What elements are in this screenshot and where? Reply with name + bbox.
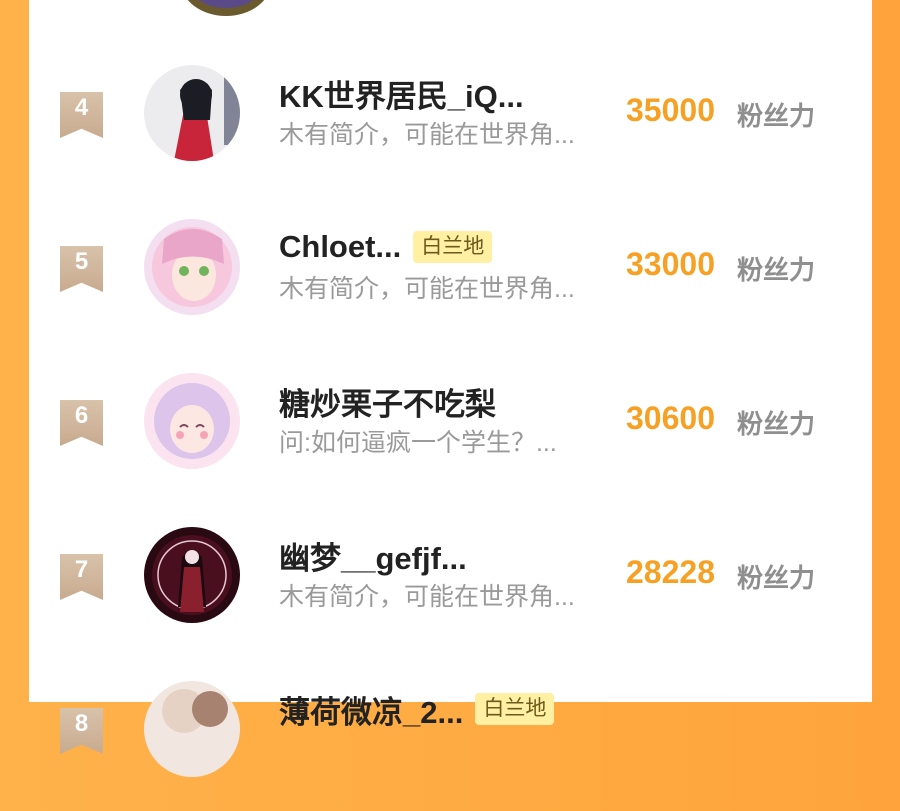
avatar-rank-3[interactable] — [181, 0, 271, 16]
list-item[interactable]: 6 糖炒栗子不吃梨 问:如何逼疯一个学生？... 30600 粉丝力 — [29, 373, 872, 503]
user-name-text: 幽梦__gefjf... — [279, 540, 467, 576]
rank-badge: 8 — [60, 708, 103, 754]
user-name[interactable]: 糖炒栗子不吃梨 — [279, 381, 496, 422]
user-name[interactable]: KK世界居民_iQ... — [279, 73, 524, 114]
fan-score-unit: 粉丝力 — [737, 563, 816, 593]
avatar[interactable] — [144, 219, 240, 315]
fan-score: 35000 — [626, 92, 715, 128]
fan-score-unit: 粉丝力 — [737, 409, 816, 439]
user-name[interactable]: 幽梦__gefjf... — [279, 535, 467, 576]
user-name-text: KK世界居民_iQ... — [279, 78, 524, 114]
user-bio: 木有简介，可能在世界角... — [279, 583, 575, 611]
rank-badge: 5 — [60, 246, 103, 292]
fan-score: 28228 — [626, 554, 715, 590]
user-name[interactable]: Chloet... 白兰地 — [279, 227, 493, 267]
list-item[interactable]: 7 幽梦__gefjf... 木有简介，可能在世界角... 28228 粉丝力 — [29, 527, 872, 657]
level-badge: 白兰地 — [413, 231, 493, 263]
list-item[interactable]: 5 Chloet... 白兰地 木有简介，可能在世界角... 33000 粉丝力 — [29, 219, 872, 349]
user-name-text: 薄荷微凉_2... — [279, 694, 464, 730]
rank-badge: 7 — [60, 554, 103, 600]
fan-score: 33000 — [626, 246, 715, 282]
rank-badge: 6 — [60, 400, 103, 446]
avatar[interactable] — [144, 527, 240, 623]
level-badge: 白兰地 — [475, 693, 555, 725]
list-item[interactable]: 8 薄荷微凉_2... 白兰地 — [29, 681, 872, 811]
user-bio: 问:如何逼疯一个学生？... — [279, 429, 557, 457]
rank-badge: 4 — [60, 92, 103, 138]
user-bio: 木有简介，可能在世界角... — [279, 121, 575, 149]
list-item[interactable]: 4 KK世界居民_iQ... 木有简介，可能在世界角... 35000 粉丝力 — [29, 65, 872, 195]
avatar[interactable] — [144, 65, 240, 161]
fan-score-unit: 粉丝力 — [737, 101, 816, 131]
avatar[interactable] — [144, 373, 240, 469]
user-bio: 木有简介，可能在世界角... — [279, 275, 575, 303]
fan-score-unit: 粉丝力 — [737, 255, 816, 285]
user-name-text: Chloet... — [279, 229, 402, 264]
user-name-text: 糖炒栗子不吃梨 — [279, 386, 496, 422]
fan-score: 30600 — [626, 400, 715, 436]
ranking-card: 4 KK世界居民_iQ... 木有简介，可能在世界角... 35000 粉丝力 … — [29, 0, 872, 777]
user-name[interactable]: 薄荷微凉_2... 白兰地 — [279, 689, 555, 730]
avatar[interactable] — [144, 681, 240, 777]
